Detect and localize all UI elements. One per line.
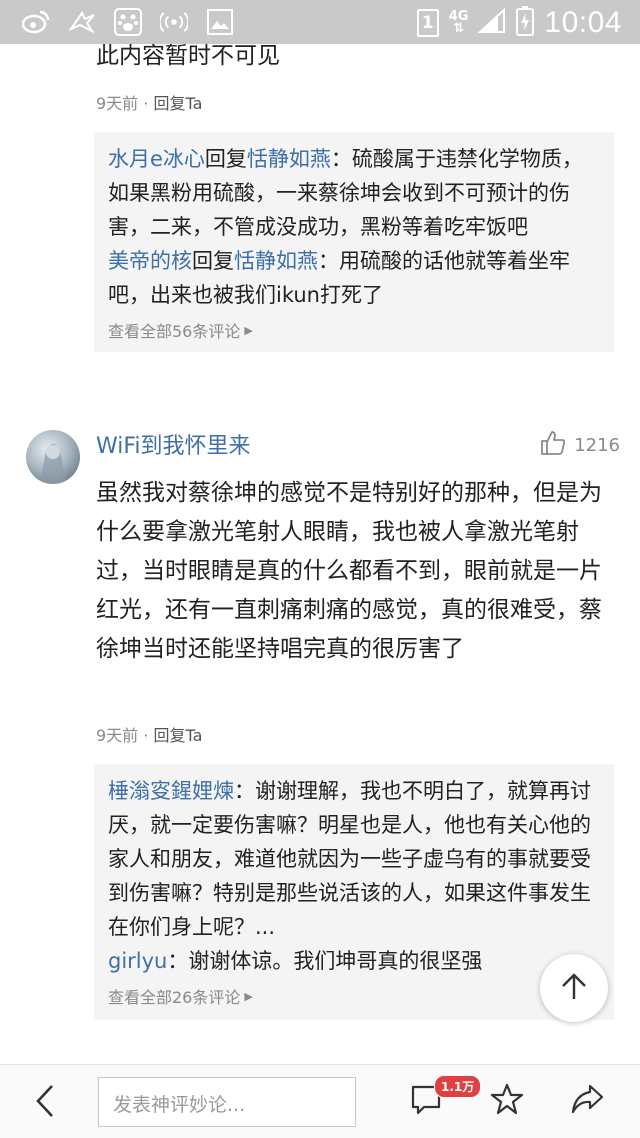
reply-target-user[interactable]: 恬静如燕 bbox=[247, 147, 331, 171]
comment-username[interactable]: WiFi到我怀里来 bbox=[96, 428, 251, 460]
reply-item[interactable]: girlyu：谢谢体谅。我们坤哥真的很坚强 bbox=[108, 944, 600, 978]
wifi-hotspot-icon bbox=[160, 8, 188, 36]
status-bar: 1 4G ⇅ 10:04 bbox=[0, 0, 640, 44]
reply-text: ：谢谢体谅。我们坤哥真的很坚强 bbox=[167, 949, 483, 973]
comment-meta: 9天前 · 回复Ta bbox=[96, 726, 203, 745]
arrow-up-icon bbox=[559, 971, 589, 1005]
clock: 10:04 bbox=[544, 6, 622, 39]
comment-time: 9天前 bbox=[96, 94, 139, 113]
favorite-star-icon[interactable] bbox=[490, 1082, 524, 1120]
comment-input[interactable]: 发表神评妙论... bbox=[98, 1077, 356, 1127]
reply-ta-link[interactable]: 回复Ta bbox=[153, 94, 202, 113]
baidu-paw-icon bbox=[114, 8, 142, 36]
reply-thread: 水月e冰心回复恬静如燕：硫酸属于违禁化学物质，如果黑粉用硫酸，一来蔡徐坤会收到不… bbox=[94, 132, 614, 352]
reply-text: ：谢谢理解，我也不明白了，就算再讨厌，就一定要伤害嘛？明星也是人，他也有关心他的… bbox=[108, 779, 591, 939]
comment-time: 9天前 bbox=[96, 726, 139, 745]
reply-target-user[interactable]: 恬静如燕 bbox=[234, 249, 318, 273]
reply-ta-link[interactable]: 回复Ta bbox=[153, 726, 202, 745]
hidden-content-text: 此内容暂时不可见 bbox=[96, 44, 280, 68]
scroll-to-top-button[interactable] bbox=[540, 954, 608, 1022]
bottom-bar: 发表神评妙论... 1.1万 bbox=[0, 1064, 640, 1138]
back-icon[interactable] bbox=[34, 1083, 56, 1123]
reply-user[interactable]: 棰滃叜鍟娌煉 bbox=[108, 779, 234, 803]
comment-body: 虽然我对蔡徐坤的感觉不是特别好的那种，但是为什么要拿激光笔射人眼睛，我也被人拿激… bbox=[96, 480, 602, 662]
comment-feed[interactable]: 此内容暂时不可见 9天前 · 回复Ta 水月e冰心回复恬静如燕：硫酸属于违禁化学… bbox=[0, 44, 640, 1064]
chevron-right-icon: ▶ bbox=[244, 989, 253, 1003]
view-all-replies-link[interactable]: 查看全部26条评论 ▶ bbox=[108, 984, 600, 1008]
battery-charging-icon bbox=[516, 6, 535, 40]
comment-count-badge: 1.1万 bbox=[434, 1075, 482, 1098]
share-icon[interactable] bbox=[570, 1083, 604, 1119]
reply-user[interactable]: 水月e冰心 bbox=[108, 147, 205, 171]
reply-user[interactable]: girlyu bbox=[108, 949, 167, 973]
thumbs-up-icon bbox=[540, 430, 566, 461]
sim-indicator: 1 bbox=[416, 9, 439, 37]
chevron-right-icon: ▶ bbox=[244, 323, 253, 337]
like-count: 1216 bbox=[574, 435, 620, 456]
reply-item[interactable]: 水月e冰心回复恬静如燕：硫酸属于违禁化学物质，如果黑粉用硫酸，一来蔡徐坤会收到不… bbox=[108, 142, 600, 244]
bird-icon bbox=[68, 8, 96, 36]
reply-item[interactable]: 美帝的核回复恬静如燕：用硫酸的话他就等着坐牢吧，出来也被我们ikun打死了 bbox=[108, 244, 600, 312]
gallery-icon bbox=[206, 8, 234, 36]
view-all-replies-link[interactable]: 查看全部56条评论 ▶ bbox=[108, 318, 600, 342]
avatar[interactable] bbox=[26, 430, 80, 484]
comment-meta: 9天前 · 回复Ta bbox=[96, 94, 203, 113]
reply-thread: 棰滃叜鍟娌煉：谢谢理解，我也不明白了，就算再讨厌，就一定要伤害嘛？明星也是人，他… bbox=[94, 764, 614, 1020]
reply-user[interactable]: 美帝的核 bbox=[108, 249, 192, 273]
like-button[interactable]: 1216 bbox=[540, 430, 620, 461]
weibo-icon bbox=[22, 8, 50, 36]
network-type: 4G ⇅ bbox=[448, 9, 469, 36]
reply-item[interactable]: 棰滃叜鍟娌煉：谢谢理解，我也不明白了，就算再讨厌，就一定要伤害嘛？明星也是人，他… bbox=[108, 774, 600, 944]
signal-icon bbox=[477, 7, 506, 38]
